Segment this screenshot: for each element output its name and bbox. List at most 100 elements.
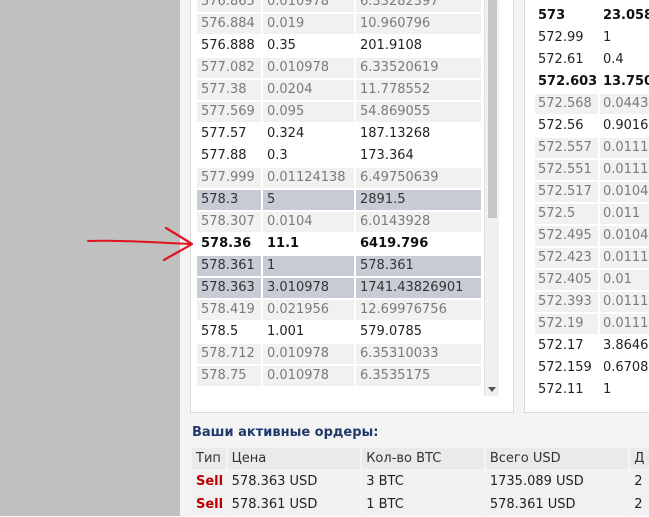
order-total: 6.0143928 [356, 212, 481, 232]
order-amount: 3.010978 [263, 278, 354, 298]
order-total: 2891.5 [356, 190, 481, 210]
order-price: 578.363 USD [227, 471, 361, 492]
buy-order-row[interactable]: 572.551 0.0111 [535, 160, 649, 182]
buy-order-row[interactable]: 573 23.058 [535, 6, 649, 28]
buy-order-row[interactable]: 572.405 0.01 [535, 270, 649, 292]
order-price: 573 [535, 6, 598, 26]
order-amount: 0.019 [263, 14, 354, 34]
sell-order-row[interactable]: 576.884 0.019 10.960796 [197, 14, 483, 36]
order-amount: 0.35 [263, 36, 354, 56]
sell-order-row[interactable]: 578.363 3.010978 1741.43826901 [197, 278, 483, 300]
buy-order-row[interactable]: 572.557 0.0111 [535, 138, 649, 160]
order-price: 577.569 [197, 102, 261, 122]
sell-order-row[interactable]: 577.57 0.324 187.13268 [197, 124, 483, 146]
order-price: 576.888 [197, 36, 261, 56]
order-price: 578.419 [197, 300, 261, 320]
order-amount: 0.095 [263, 102, 354, 122]
buy-order-row[interactable]: 572.99 1 [535, 28, 649, 50]
order-price: 577.88 [197, 146, 261, 166]
order-total: 6.33520619 [356, 58, 481, 78]
order-price: 578.712 [197, 344, 261, 364]
order-price: 572.603 [535, 72, 598, 92]
active-orders-title: Ваши активные ордеры: [192, 425, 379, 440]
buy-order-row[interactable]: 572.19 0.0111 [535, 314, 649, 336]
order-amount: 0.3 [263, 146, 354, 166]
order-amount: 0.011 [599, 204, 649, 224]
sell-order-row[interactable]: 576.888 0.35 201.9108 [197, 36, 483, 58]
buy-order-row[interactable]: 572.56 0.9016 [535, 116, 649, 138]
order-amount: 3 BTC [362, 471, 484, 492]
sell-order-row[interactable]: 577.38 0.0204 11.778552 [197, 80, 483, 102]
sell-order-row[interactable]: 577.082 0.010978 6.33520619 [197, 58, 483, 80]
sell-order-row[interactable]: 578.361 1 578.361 [197, 256, 483, 278]
sell-order-row[interactable]: 578.5 1.001 579.0785 [197, 322, 483, 344]
order-amount: 13.750 [599, 72, 649, 92]
buy-order-row[interactable]: 572.603 13.750 [535, 72, 649, 94]
sell-order-row[interactable]: 578.75 0.010978 6.3535175 [197, 366, 483, 388]
sell-order-row[interactable]: 576.865 0.010978 6.33282397 [197, 0, 483, 14]
order-total: 578.361 USD [485, 494, 629, 515]
order-total: 6.35310033 [356, 344, 481, 364]
order-total: 6.33282397 [356, 0, 481, 12]
sell-order-row[interactable]: 578.419 0.021956 12.69976756 [197, 300, 483, 322]
buy-order-row[interactable]: 572.423 0.0111 [535, 248, 649, 270]
sell-order-row[interactable]: 578.36 11.1 6419.796 [197, 234, 483, 256]
order-book-scrollbar[interactable] [484, 0, 499, 396]
order-price: 572.405 [535, 270, 598, 290]
buy-order-row[interactable]: 572.61 0.4 [535, 50, 649, 72]
order-amount: 0.010978 [263, 344, 354, 364]
buy-order-row[interactable]: 572.393 0.0111 [535, 292, 649, 314]
order-price: 578.307 [197, 212, 261, 232]
sell-order-row[interactable]: 577.569 0.095 54.869055 [197, 102, 483, 124]
header-type[interactable]: Тип [192, 448, 226, 469]
order-price: 572.99 [535, 28, 598, 48]
orders-header-row: Тип Цена Кол-во BTC Всего USD Д [192, 448, 649, 471]
header-total[interactable]: Всего USD [485, 448, 629, 469]
order-price: 572.17 [535, 336, 598, 356]
buy-order-row[interactable]: 572.159 0.6708 [535, 358, 649, 380]
order-amount: 0.0104 [599, 226, 649, 246]
sell-order-row[interactable]: 578.3 5 2891.5 [197, 190, 483, 212]
buy-order-row[interactable]: 572.495 0.0104 [535, 226, 649, 248]
order-amount: 1 [599, 380, 649, 400]
order-row[interactable]: Sell 578.361 USD 1 BTC 578.361 USD 2 [192, 494, 649, 517]
scroll-down-arrow-icon[interactable] [488, 387, 496, 392]
buy-order-row[interactable]: 572.17 3.8646 [535, 336, 649, 358]
header-price[interactable]: Цена [227, 448, 361, 469]
order-total: 1735.089 USD [485, 471, 629, 492]
order-extra: 2 [630, 494, 649, 515]
order-amount: 0.010978 [263, 0, 354, 12]
buy-order-row[interactable]: 572.11 1 [535, 380, 649, 402]
order-price: 577.082 [197, 58, 261, 78]
buy-order-row[interactable]: 572.517 0.0104 [535, 182, 649, 204]
order-total: 578.361 [356, 256, 481, 276]
order-price: 578.3 [197, 190, 261, 210]
order-amount: 1 [599, 28, 649, 48]
order-amount: 11.1 [263, 234, 354, 254]
header-extra[interactable]: Д [630, 448, 649, 469]
order-amount: 0.6708 [599, 358, 649, 378]
order-row[interactable]: Sell 578.363 USD 3 BTC 1735.089 USD 2 [192, 471, 649, 494]
header-amount[interactable]: Кол-во BTC [362, 448, 484, 469]
order-total: 11.778552 [356, 80, 481, 100]
order-amount: 0.0111 [599, 292, 649, 312]
order-price: 572.517 [535, 182, 598, 202]
order-amount: 0.0111 [599, 138, 649, 158]
sell-order-row[interactable]: 577.88 0.3 173.364 [197, 146, 483, 168]
order-type: Sell [192, 471, 226, 492]
scrollbar-thumb[interactable] [488, 0, 497, 218]
order-price: 572.159 [535, 358, 598, 378]
order-amount: 0.0111 [599, 160, 649, 180]
order-amount: 0.0204 [263, 80, 354, 100]
buy-order-row[interactable]: 572.5 0.011 [535, 204, 649, 226]
order-total: 6419.796 [356, 234, 481, 254]
buy-order-row[interactable]: 572.568 0.0443 [535, 94, 649, 116]
sell-order-row[interactable]: 578.712 0.010978 6.35310033 [197, 344, 483, 366]
order-price: 576.884 [197, 14, 261, 34]
order-price: 577.38 [197, 80, 261, 100]
order-total: 6.3535175 [356, 366, 481, 386]
order-price: 572.5 [535, 204, 598, 224]
order-total: 201.9108 [356, 36, 481, 56]
sell-order-row[interactable]: 577.999 0.01124138 6.49750639 [197, 168, 483, 190]
sell-order-row[interactable]: 578.307 0.0104 6.0143928 [197, 212, 483, 234]
